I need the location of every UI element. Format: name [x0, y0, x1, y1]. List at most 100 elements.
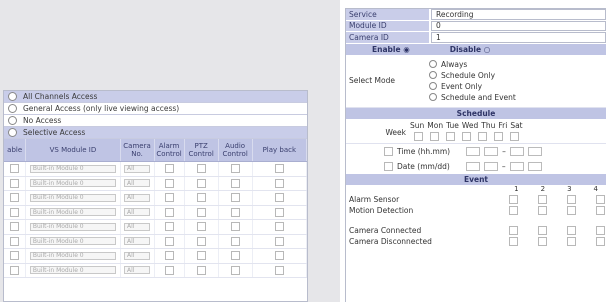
event-checkbox[interactable]	[596, 205, 605, 215]
access-option-none[interactable]: No Access	[4, 115, 307, 127]
event-checkbox[interactable]	[538, 205, 547, 215]
row-checkbox[interactable]	[164, 178, 174, 188]
date-input[interactable]	[483, 161, 498, 171]
radio-icon[interactable]	[8, 116, 17, 125]
row-checkbox[interactable]	[10, 178, 20, 188]
enable-option[interactable]: Enable ◉	[372, 45, 410, 54]
mode-option-event[interactable]: Event Only	[429, 81, 516, 91]
event-checkbox[interactable]	[567, 205, 576, 215]
camera-select[interactable]: All	[124, 208, 151, 217]
module-select[interactable]: Built-in Module 0	[29, 179, 116, 188]
row-checkbox[interactable]	[274, 222, 284, 232]
row-checkbox[interactable]	[230, 265, 240, 275]
module-select[interactable]: Built-in Module 0	[29, 237, 116, 246]
day-checkbox[interactable]	[446, 131, 455, 141]
row-checkbox[interactable]	[10, 251, 20, 261]
camera-select[interactable]: All	[124, 266, 151, 275]
row-checkbox[interactable]	[196, 251, 206, 261]
event-checkbox[interactable]	[567, 236, 576, 246]
event-checkbox[interactable]	[596, 236, 605, 246]
access-option-all[interactable]: All Channels Access	[4, 91, 307, 103]
row-checkbox[interactable]	[10, 265, 20, 275]
event-checkbox[interactable]	[596, 195, 605, 205]
mode-option-always[interactable]: Always	[429, 59, 516, 69]
date-checkbox[interactable]	[384, 161, 393, 171]
day-checkbox[interactable]	[478, 131, 487, 141]
mode-option-schedule[interactable]: Schedule Only	[429, 70, 516, 80]
row-checkbox[interactable]	[164, 236, 174, 246]
row-checkbox[interactable]	[10, 193, 20, 203]
event-checkbox[interactable]	[509, 236, 518, 246]
day-checkbox[interactable]	[494, 131, 503, 141]
row-checkbox[interactable]	[196, 265, 206, 275]
row-checkbox[interactable]	[274, 178, 284, 188]
row-checkbox[interactable]	[274, 251, 284, 261]
module-select[interactable]: Built-in Module 0	[29, 251, 116, 260]
row-checkbox[interactable]	[10, 164, 20, 174]
radio-icon[interactable]	[429, 71, 437, 79]
date-input[interactable]	[465, 161, 480, 171]
module-id-value[interactable]: 0	[431, 20, 606, 31]
row-checkbox[interactable]	[230, 178, 240, 188]
row-checkbox[interactable]	[230, 193, 240, 203]
row-checkbox[interactable]	[196, 193, 206, 203]
row-checkbox[interactable]	[164, 265, 174, 275]
module-select[interactable]: Built-in Module 0	[29, 208, 116, 217]
radio-icon[interactable]	[8, 104, 17, 113]
module-select[interactable]: Built-in Module 0	[29, 164, 116, 173]
radio-icon[interactable]	[429, 60, 437, 68]
row-checkbox[interactable]	[196, 164, 206, 174]
row-checkbox[interactable]	[230, 236, 240, 246]
day-checkbox[interactable]	[430, 131, 439, 141]
access-option-selective[interactable]: Selective Access	[4, 127, 307, 139]
row-checkbox[interactable]	[10, 222, 20, 232]
radio-icon[interactable]	[8, 92, 17, 101]
camera-select[interactable]: All	[124, 193, 151, 202]
row-checkbox[interactable]	[196, 178, 206, 188]
service-value[interactable]: Recording	[431, 9, 606, 20]
time-checkbox[interactable]	[384, 146, 393, 156]
camera-select[interactable]: All	[124, 164, 151, 173]
row-checkbox[interactable]	[230, 207, 240, 217]
radio-icon[interactable]: ○	[484, 45, 491, 54]
event-checkbox[interactable]	[538, 226, 547, 236]
time-input[interactable]	[509, 146, 524, 156]
row-checkbox[interactable]	[274, 236, 284, 246]
camera-id-value[interactable]: 1	[431, 32, 606, 43]
row-checkbox[interactable]	[274, 207, 284, 217]
row-checkbox[interactable]	[10, 236, 20, 246]
event-checkbox[interactable]	[538, 236, 547, 246]
day-checkbox[interactable]	[462, 131, 471, 141]
radio-icon[interactable]	[429, 82, 437, 90]
row-checkbox[interactable]	[10, 207, 20, 217]
camera-select[interactable]: All	[124, 237, 151, 246]
radio-icon[interactable]	[8, 128, 17, 137]
time-input[interactable]	[466, 146, 481, 156]
date-input[interactable]	[527, 161, 542, 171]
row-checkbox[interactable]	[196, 222, 206, 232]
time-input[interactable]	[527, 146, 542, 156]
time-input[interactable]	[484, 146, 499, 156]
row-checkbox[interactable]	[164, 164, 174, 174]
access-option-general[interactable]: General Access (only live viewing access…	[4, 103, 307, 115]
row-checkbox[interactable]	[196, 207, 206, 217]
row-checkbox[interactable]	[230, 164, 240, 174]
radio-icon[interactable]	[429, 93, 437, 101]
row-checkbox[interactable]	[274, 164, 284, 174]
event-checkbox[interactable]	[509, 226, 518, 236]
row-checkbox[interactable]	[164, 207, 174, 217]
date-input[interactable]	[509, 161, 524, 171]
radio-icon[interactable]: ◉	[403, 45, 410, 54]
row-checkbox[interactable]	[274, 193, 284, 203]
row-checkbox[interactable]	[230, 251, 240, 261]
event-checkbox[interactable]	[567, 195, 576, 205]
camera-select[interactable]: All	[124, 251, 151, 260]
row-checkbox[interactable]	[164, 222, 174, 232]
event-checkbox[interactable]	[509, 205, 518, 215]
row-checkbox[interactable]	[164, 251, 174, 261]
mode-option-schedule-event[interactable]: Schedule and Event	[429, 92, 516, 102]
module-select[interactable]: Built-in Module 0	[29, 193, 116, 202]
event-checkbox[interactable]	[596, 226, 605, 236]
camera-select[interactable]: All	[124, 179, 151, 188]
event-checkbox[interactable]	[509, 195, 518, 205]
